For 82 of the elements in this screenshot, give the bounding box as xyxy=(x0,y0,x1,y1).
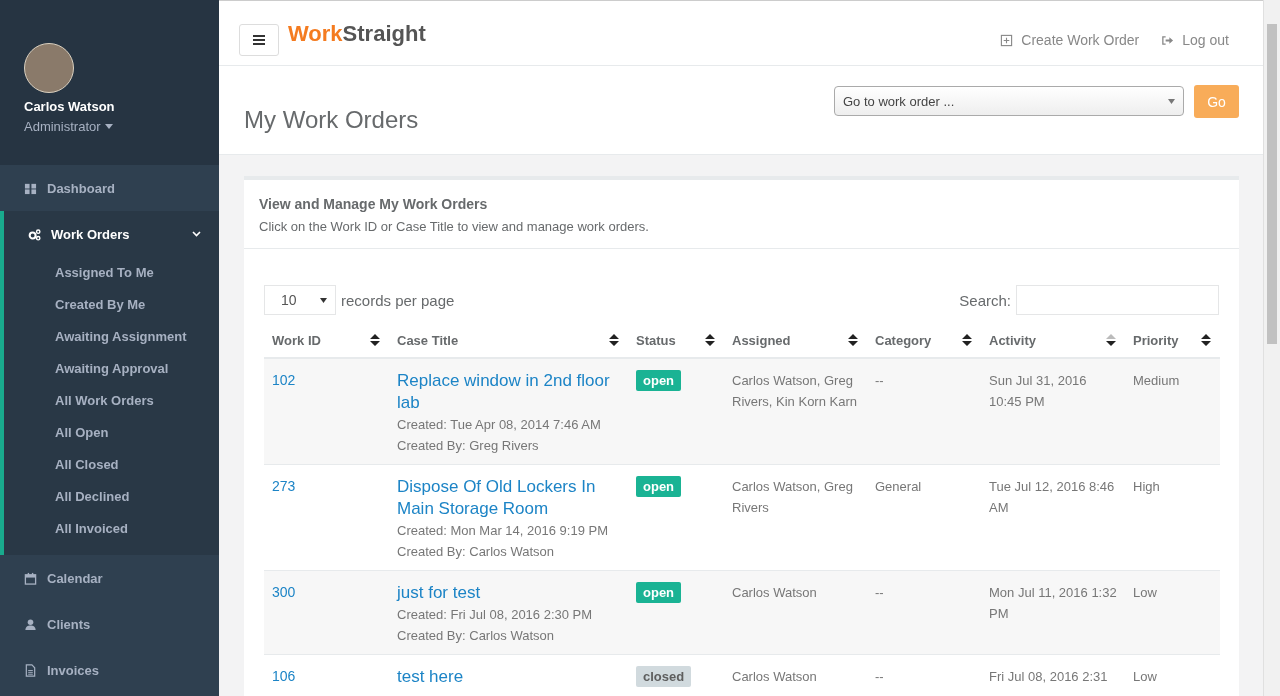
priority-cell: Medium xyxy=(1133,373,1180,388)
activity-cell: Mon Jul 11, 2016 1:32 PM xyxy=(989,585,1117,621)
nav-item[interactable]: Clients xyxy=(0,601,219,647)
status-badge: open xyxy=(636,582,682,603)
nav-item[interactable]: Work Orders xyxy=(4,211,219,257)
goto-dropdown[interactable]: Go to work order ... xyxy=(834,86,1184,117)
status-badge: closed xyxy=(636,666,692,687)
activity-cell: Fri Jul 08, 2016 2:31 xyxy=(989,669,1108,684)
nav-item[interactable]: Dashboard xyxy=(0,165,219,211)
column-header[interactable]: Work ID xyxy=(272,332,369,348)
menu-icon xyxy=(253,35,265,45)
document-icon xyxy=(24,663,37,677)
priority-cell: Low xyxy=(1133,585,1157,600)
menu-button[interactable] xyxy=(239,24,279,56)
chevron-icon xyxy=(192,231,201,237)
caret-icon xyxy=(104,124,113,129)
submenu-item[interactable]: Awaiting Assignment xyxy=(4,321,219,353)
calendar-icon xyxy=(24,571,37,585)
grid-icon xyxy=(24,181,37,195)
case-title-link[interactable]: Dispose Of Old Lockers In Main Storage Room xyxy=(397,476,620,520)
created-date: Created: Tue Apr 08, 2014 7:46 AM xyxy=(397,416,602,434)
case-title-link[interactable]: just for test xyxy=(397,582,481,604)
created-date: Created: Mon Mar 14, 2016 9:19 PM xyxy=(397,522,609,540)
column-header[interactable]: Priority xyxy=(1133,332,1200,348)
header-link[interactable]: Create Work Order xyxy=(1000,32,1140,48)
category-cell: -- xyxy=(875,585,884,600)
work-id-link[interactable]: 102 xyxy=(272,370,296,391)
column-header[interactable]: Activity xyxy=(989,332,1105,348)
assigned-cell: Carlos Watson, Greg Rivers xyxy=(732,479,853,515)
priority-cell: High xyxy=(1133,479,1160,494)
case-title-link[interactable]: Replace window in 2nd floor lab xyxy=(397,370,620,414)
caret-icon xyxy=(1168,98,1175,104)
category-cell: General xyxy=(875,479,922,494)
assigned-cell: Carlos Watson, Greg Rivers, Kin Korn Karn xyxy=(732,373,857,409)
activity-cell: Tue Jul 12, 2016 8:46 AM xyxy=(989,479,1115,515)
plus-icon xyxy=(1000,33,1014,47)
category-cell: -- xyxy=(875,373,884,388)
search-field[interactable] xyxy=(1016,285,1219,315)
submenu-item[interactable]: All Declined xyxy=(4,481,219,513)
caret-icon xyxy=(320,297,327,303)
submenu-item[interactable]: Awaiting Approval xyxy=(4,353,219,385)
column-header[interactable]: Category xyxy=(875,332,961,348)
column-header[interactable]: Assigned xyxy=(732,332,847,348)
page-title: My Work Orders xyxy=(244,106,419,135)
header-link[interactable]: Log out xyxy=(1161,32,1229,48)
priority-cell: Low xyxy=(1133,669,1157,684)
avatar xyxy=(24,43,74,93)
created-by: Created By: Greg Rivers xyxy=(397,437,540,455)
submenu-item[interactable]: All Invoiced xyxy=(4,513,219,545)
search-label: Search: xyxy=(959,291,1011,309)
status-badge: open xyxy=(636,476,682,497)
gears-icon xyxy=(28,227,41,241)
card-subtitle: Click on the Work ID or Case Title to view and manage work orders. xyxy=(259,219,650,234)
submenu-item[interactable]: All Open xyxy=(4,417,219,449)
category-cell: -- xyxy=(875,669,884,684)
created-by: Created By: Carlos Watson xyxy=(397,543,556,561)
role-dropdown[interactable]: Administrator xyxy=(24,119,113,134)
assigned-cell: Carlos Watson xyxy=(732,585,817,600)
work-id-link[interactable]: 273 xyxy=(272,476,296,497)
assigned-cell: Carlos Watson xyxy=(732,669,817,684)
work-id-link[interactable]: 106 xyxy=(272,666,296,687)
nav-item[interactable]: Invoices xyxy=(0,647,219,693)
user-icon xyxy=(24,617,37,631)
submenu-item[interactable]: All Closed xyxy=(4,449,219,481)
submenu-item[interactable]: Created By Me xyxy=(4,289,219,321)
created-by: Created By: Carlos Watson xyxy=(397,627,556,645)
case-title-link[interactable]: test here xyxy=(397,666,464,688)
column-header[interactable]: Case Title xyxy=(397,332,608,348)
work-id-link[interactable]: 300 xyxy=(272,582,296,603)
card-title: View and Manage My Work Orders xyxy=(259,196,488,212)
page-size-select[interactable]: 10 xyxy=(264,285,336,315)
submenu-item[interactable]: All Work Orders xyxy=(4,385,219,417)
nav-item[interactable]: Calendar xyxy=(0,555,219,601)
column-header[interactable]: Status xyxy=(636,332,704,348)
status-badge: open xyxy=(636,370,682,391)
submenu-item[interactable]: Assigned To Me xyxy=(4,257,219,289)
sign-out-icon xyxy=(1161,33,1175,47)
logo: WorkStraight xyxy=(288,21,426,47)
created-date: Created: Fri Jul 08, 2016 2:30 PM xyxy=(397,606,594,624)
user-name: Carlos Watson xyxy=(24,99,115,114)
activity-cell: Sun Jul 31, 2016 10:45 PM xyxy=(989,373,1087,409)
page-size-label: records per page xyxy=(341,291,455,309)
